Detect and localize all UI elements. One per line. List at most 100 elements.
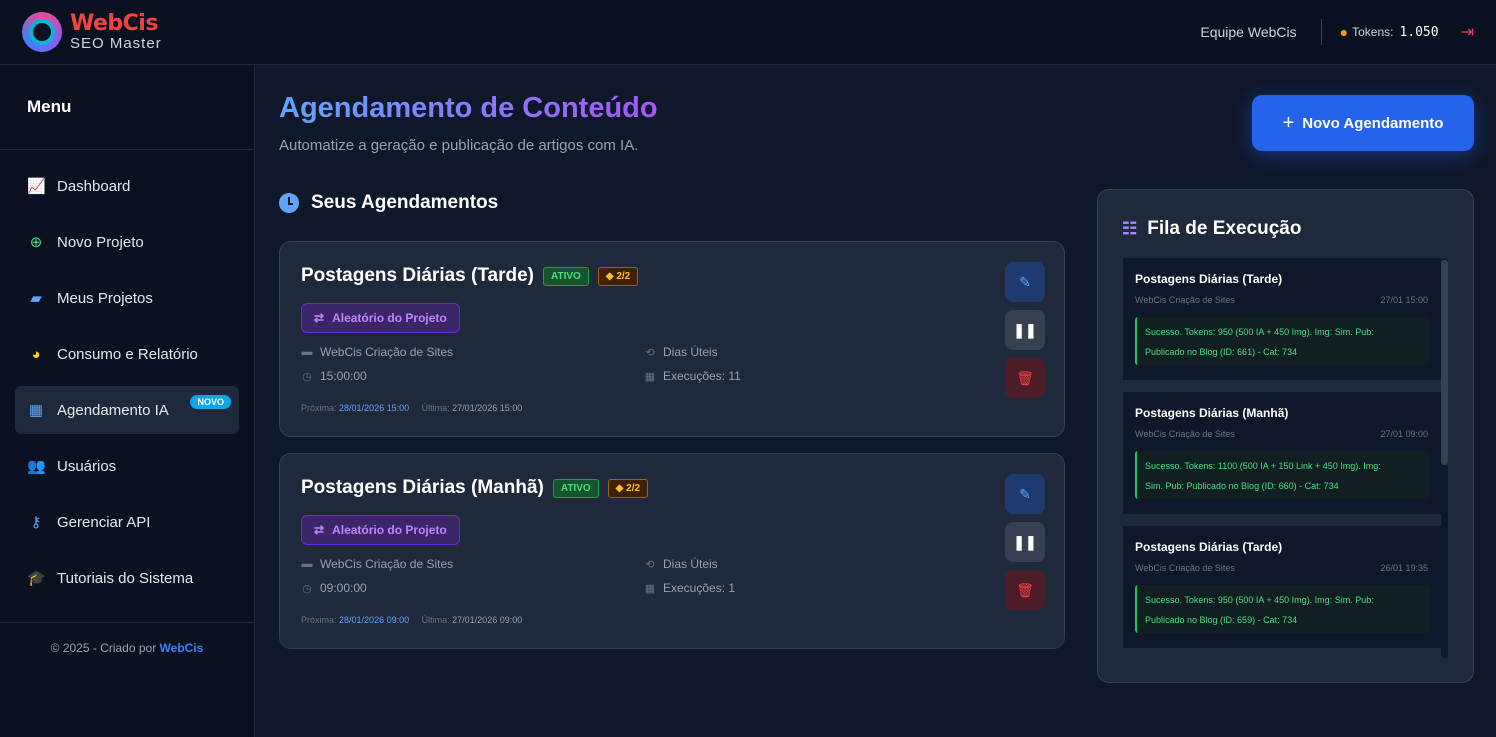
schedule-card: Postagens Diárias (Manhã) ATIVO ◆ 2/2 ⇄ … bbox=[279, 453, 1065, 649]
sidebar-item-consumo[interactable]: ◕ Consumo e Relatório bbox=[15, 330, 239, 378]
edit-button[interactable]: ✎ bbox=[1005, 262, 1045, 302]
pause-icon: ❚❚ bbox=[1013, 321, 1037, 338]
queue-item-time: 26/01 19:35 bbox=[1380, 563, 1428, 573]
new-schedule-label: Novo Agendamento bbox=[1302, 114, 1444, 132]
scrollbar-thumb[interactable] bbox=[1441, 260, 1448, 465]
folder-icon: ▬ bbox=[301, 346, 313, 358]
delete-button[interactable]: 🗑 bbox=[1005, 358, 1045, 398]
clock-small-icon: ◷ bbox=[302, 370, 312, 383]
next-run: 28/01/2026 09:00 bbox=[339, 615, 410, 625]
calendar-check-icon: ▦ bbox=[644, 582, 656, 595]
brand-logo[interactable]: WebCis SEO Master bbox=[22, 12, 162, 52]
calendar-check-icon: ▦ bbox=[644, 370, 656, 383]
frequency: Dias Úteis bbox=[663, 345, 718, 359]
frequency-meta: ⟲ Dias Úteis bbox=[644, 557, 717, 571]
executions-meta: ▦ Execuções: 1 bbox=[644, 581, 735, 595]
tokens-value: 1.050 bbox=[1399, 24, 1439, 40]
queue-item-result: Sucesso. Tokens: 1100 (500 IA + 150 Link… bbox=[1135, 451, 1429, 499]
clock-small-icon: ◷ bbox=[302, 582, 312, 595]
calendar-icon: ▦ bbox=[28, 402, 44, 419]
menu-title: Menu bbox=[0, 65, 254, 150]
next-run: 28/01/2026 15:00 bbox=[339, 403, 410, 413]
delete-button[interactable]: 🗑 bbox=[1005, 570, 1045, 610]
team-name: Equipe WebCis bbox=[1200, 19, 1322, 45]
next-label: Próxima: bbox=[301, 615, 337, 625]
footer-link[interactable]: WebCis bbox=[160, 641, 204, 655]
next-label: Próxima: bbox=[301, 403, 337, 413]
schedule-time: 09:00:00 bbox=[320, 581, 367, 595]
repeat-icon: ⟲ bbox=[645, 346, 655, 359]
mode-label: Aleatório do Projeto bbox=[332, 523, 447, 537]
list-check-icon: ☷ bbox=[1122, 219, 1138, 238]
clock-icon bbox=[279, 193, 299, 213]
schedule-name: Postagens Diárias (Tarde) bbox=[301, 265, 535, 286]
schedule-time: 15:00:00 bbox=[320, 369, 367, 383]
token-balance: ● Tokens: 1.050 bbox=[1322, 24, 1439, 40]
executions: Execuções: 1 bbox=[663, 581, 736, 595]
sidebar-item-label: Tutoriais do Sistema bbox=[57, 569, 194, 587]
mode-label: Aleatório do Projeto bbox=[332, 311, 447, 325]
pause-button[interactable]: ❚❚ bbox=[1005, 310, 1045, 350]
logout-icon[interactable]: ⇥ bbox=[1461, 22, 1474, 42]
edit-button[interactable]: ✎ bbox=[1005, 474, 1045, 514]
logo-mark-icon bbox=[22, 12, 62, 52]
schedule-name: Postagens Diárias (Manhã) bbox=[301, 477, 544, 498]
last-run: 27/01/2026 09:00 bbox=[452, 615, 523, 625]
sidebar-item-meus-projetos[interactable]: ▰ Meus Projetos bbox=[15, 274, 239, 322]
new-schedule-button[interactable]: + Novo Agendamento bbox=[1252, 95, 1474, 151]
repeat-icon: ⟲ bbox=[645, 558, 655, 571]
result-line: Sucesso. Tokens: 950 (500 IA + 450 Img).… bbox=[1145, 327, 1374, 337]
mode-badge: ⇄ Aleatório do Projeto bbox=[301, 515, 460, 545]
article-count-badge: ◆ 2/2 bbox=[597, 266, 639, 286]
queue-item: Postagens Diárias (Manhã) WebCis Criação… bbox=[1123, 392, 1441, 514]
sidebar-item-tutoriais[interactable]: 🎓 Tutoriais do Sistema bbox=[15, 554, 239, 602]
trash-icon: 🗑 bbox=[1016, 581, 1034, 598]
sidebar-item-novo-projeto[interactable]: ⊕ Novo Projeto bbox=[15, 218, 239, 266]
result-line: Sim. Pub: Publicado no Blog (ID: 660) - … bbox=[1145, 481, 1339, 491]
brand-subtitle: SEO Master bbox=[70, 35, 162, 52]
queue-list[interactable]: Postagens Diárias (Tarde) WebCis Criação… bbox=[1123, 258, 1445, 658]
project-name: WebCis Criação de Sites bbox=[320, 345, 454, 359]
folder-icon: ▬ bbox=[301, 558, 313, 570]
new-badge: NOVO bbox=[190, 395, 231, 409]
sidebar: Menu 📈 Dashboard ⊕ Novo Projeto ▰ Meus P… bbox=[0, 65, 255, 737]
executions-meta: ▦ Execuções: 11 bbox=[644, 369, 741, 383]
sidebar-item-api[interactable]: ⚷ Gerenciar API bbox=[15, 498, 239, 546]
queue-item-name: Postagens Diárias (Tarde) bbox=[1135, 272, 1283, 286]
plus-icon: + bbox=[1282, 111, 1295, 134]
queue-item-time: 27/01 09:00 bbox=[1380, 429, 1428, 439]
queue-item: Postagens Diárias (Tarde) WebCis Criação… bbox=[1123, 526, 1441, 648]
time-meta: ◷ 15:00:00 bbox=[301, 369, 367, 383]
section-title-text: Seus Agendamentos bbox=[311, 192, 499, 213]
sidebar-item-dashboard[interactable]: 📈 Dashboard bbox=[15, 162, 239, 210]
sidebar-item-label: Consumo e Relatório bbox=[57, 345, 198, 363]
status-badge: ATIVO bbox=[552, 478, 599, 498]
trash-icon: 🗑 bbox=[1016, 369, 1034, 386]
pause-icon: ❚❚ bbox=[1013, 533, 1037, 550]
queue-item-time: 27/01 15:00 bbox=[1380, 295, 1428, 305]
sidebar-item-usuarios[interactable]: 👥 Usuários bbox=[15, 442, 239, 490]
mode-badge: ⇄ Aleatório do Projeto bbox=[301, 303, 460, 333]
plus-circle-icon: ⊕ bbox=[29, 234, 43, 251]
chart-line-icon: 📈 bbox=[27, 178, 46, 195]
pencil-icon: ✎ bbox=[1019, 273, 1031, 290]
brand-name: WebCis bbox=[70, 11, 158, 36]
shuffle-icon: ⇄ bbox=[314, 311, 325, 325]
time-meta: ◷ 09:00:00 bbox=[301, 581, 367, 595]
queue-item-project: WebCis Criação de Sites bbox=[1135, 563, 1235, 573]
queue-item-project: WebCis Criação de Sites bbox=[1135, 295, 1235, 305]
sidebar-item-label: Agendamento IA bbox=[57, 401, 169, 419]
sidebar-item-label: Usuários bbox=[57, 457, 117, 475]
key-icon: ⚷ bbox=[30, 514, 42, 531]
last-label: Última: bbox=[421, 615, 450, 625]
pause-button[interactable]: ❚❚ bbox=[1005, 522, 1045, 562]
coins-icon: ● bbox=[1339, 24, 1349, 40]
queue-item-name: Postagens Diárias (Manhã) bbox=[1135, 406, 1289, 420]
article-count: 2/2 bbox=[616, 270, 631, 282]
sidebar-item-agendamento[interactable]: ▦ Agendamento IA NOVO bbox=[15, 386, 239, 434]
queue-scrollbar[interactable] bbox=[1441, 258, 1448, 658]
status-badge: ATIVO bbox=[543, 266, 589, 286]
queue-item: Postagens Diárias (Tarde) WebCis Criação… bbox=[1123, 258, 1441, 380]
users-icon: 👥 bbox=[27, 458, 46, 475]
section-title: Seus Agendamentos bbox=[279, 192, 498, 214]
